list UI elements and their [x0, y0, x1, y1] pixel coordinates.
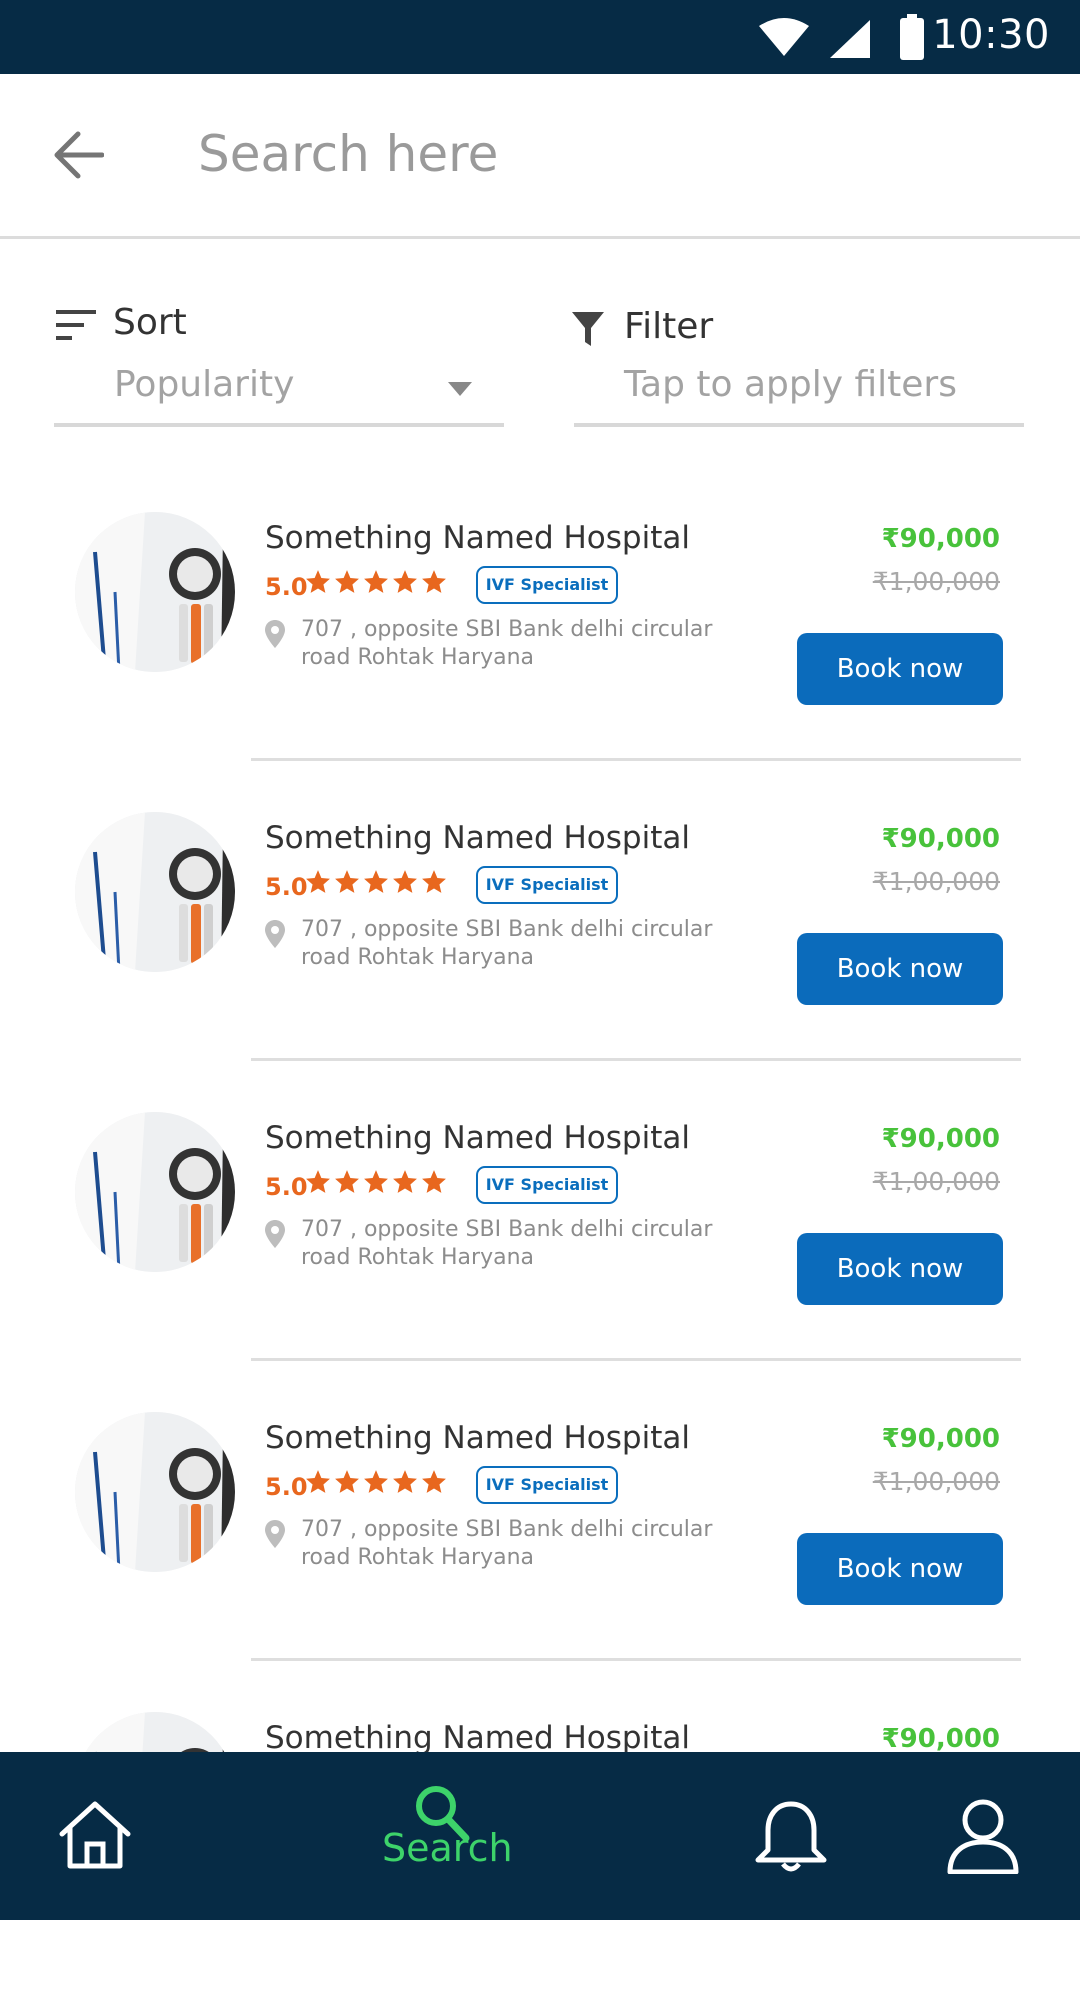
price: ₹90,000	[881, 1424, 1000, 1454]
star-icon	[305, 1469, 331, 1499]
original-price: ₹1,00,000	[872, 1467, 1000, 1496]
rating-value: 5.0	[265, 1473, 308, 1501]
hospital-avatar	[75, 512, 235, 672]
hospital-avatar	[75, 812, 235, 972]
book-now-button[interactable]: Book now	[797, 1233, 1003, 1305]
rating-stars	[305, 569, 447, 599]
hospital-name: Something Named Hospital	[265, 520, 690, 556]
hospital-name: Something Named Hospital	[265, 1120, 690, 1156]
specialty-badge: IVF Specialist	[476, 1166, 618, 1204]
star-icon	[305, 1169, 331, 1199]
hospital-avatar	[75, 1112, 235, 1272]
star-icon	[334, 1469, 360, 1499]
bottom-nav: Search	[0, 1752, 1080, 1920]
location-pin-icon	[265, 1520, 285, 1548]
original-price: ₹1,00,000	[872, 567, 1000, 596]
hospital-address: 707 , opposite SBI Bank delhi circular r…	[301, 1517, 713, 1570]
hospital-name: Something Named Hospital	[265, 820, 690, 856]
star-icon	[392, 1469, 418, 1499]
book-now-button[interactable]: Book now	[797, 633, 1003, 705]
home-icon[interactable]	[58, 1800, 132, 1870]
star-icon	[421, 569, 447, 599]
star-icon	[305, 869, 331, 899]
sort-underline	[54, 423, 504, 427]
rating-stars	[305, 1469, 447, 1499]
original-price: ₹1,00,000	[872, 867, 1000, 896]
star-icon	[392, 1169, 418, 1199]
hospital-card[interactable]: Something Named Hospital 5.0 IVF Specialis…	[0, 1412, 1080, 1712]
star-icon	[363, 1469, 389, 1499]
hospital-card[interactable]: Something Named Hospital 5.0 IVF Specialis…	[0, 512, 1080, 812]
specialty-badge: IVF Specialist	[476, 566, 618, 604]
hospital-address: 707 , opposite SBI Bank delhi circular r…	[301, 617, 713, 670]
clock-time: 10:30	[932, 12, 1050, 58]
hospital-name: Something Named Hospital	[265, 1420, 690, 1456]
rating-value: 5.0	[265, 873, 308, 901]
star-icon	[421, 1469, 447, 1499]
chevron-down-icon[interactable]	[448, 382, 472, 396]
arrow-left-icon[interactable]	[52, 130, 104, 180]
status-bar: 10:30	[0, 0, 1080, 74]
star-icon	[334, 569, 360, 599]
book-now-button[interactable]: Book now	[797, 1533, 1003, 1605]
star-icon	[392, 569, 418, 599]
filter-label: Filter	[624, 306, 714, 347]
sort-icon	[56, 310, 96, 340]
star-icon	[363, 569, 389, 599]
specialty-badge: IVF Specialist	[476, 1466, 618, 1504]
book-now-button[interactable]: Book now	[797, 933, 1003, 1005]
rating-value: 5.0	[265, 1173, 308, 1201]
bell-icon[interactable]	[754, 1800, 828, 1874]
star-icon	[334, 869, 360, 899]
hospital-avatar	[75, 1412, 235, 1572]
filter-input[interactable]: Tap to apply filters	[624, 364, 957, 405]
sort-label: Sort	[113, 302, 187, 343]
location-pin-icon	[265, 620, 285, 648]
card-divider	[251, 1658, 1021, 1661]
card-divider	[251, 758, 1021, 761]
user-icon[interactable]	[946, 1798, 1020, 1874]
star-icon	[421, 869, 447, 899]
nav-search-label[interactable]: Search	[382, 1826, 513, 1870]
price: ₹90,000	[881, 524, 1000, 554]
specialty-badge: IVF Specialist	[476, 866, 618, 904]
battery-icon	[900, 14, 924, 60]
star-icon	[363, 869, 389, 899]
hospital-card[interactable]: Something Named Hospital 5.0 IVF Specialis…	[0, 1112, 1080, 1412]
sort-value[interactable]: Popularity	[114, 364, 294, 405]
star-icon	[334, 1169, 360, 1199]
rating-stars	[305, 869, 447, 899]
location-pin-icon	[265, 920, 285, 948]
wifi-icon	[759, 18, 809, 56]
price: ₹90,000	[881, 1724, 1000, 1754]
funnel-icon	[572, 312, 604, 346]
star-icon	[392, 869, 418, 899]
star-icon	[421, 1169, 447, 1199]
search-input[interactable]	[196, 118, 1020, 190]
card-divider	[251, 1358, 1021, 1361]
signal-icon	[830, 20, 870, 58]
hospital-address: 707 , opposite SBI Bank delhi circular r…	[301, 917, 713, 970]
hospital-card[interactable]: Something Named Hospital 5.0 IVF Specialis…	[0, 812, 1080, 1112]
star-icon	[363, 1169, 389, 1199]
search-bar	[0, 74, 1080, 239]
rating-stars	[305, 1169, 447, 1199]
original-price: ₹1,00,000	[872, 1167, 1000, 1196]
rating-value: 5.0	[265, 573, 308, 601]
location-pin-icon	[265, 1220, 285, 1248]
hospital-address: 707 , opposite SBI Bank delhi circular r…	[301, 1217, 713, 1270]
filter-underline	[574, 423, 1024, 427]
hospital-name: Something Named Hospital	[265, 1720, 690, 1756]
price: ₹90,000	[881, 824, 1000, 854]
card-divider	[251, 1058, 1021, 1061]
price: ₹90,000	[881, 1124, 1000, 1154]
star-icon	[305, 569, 331, 599]
